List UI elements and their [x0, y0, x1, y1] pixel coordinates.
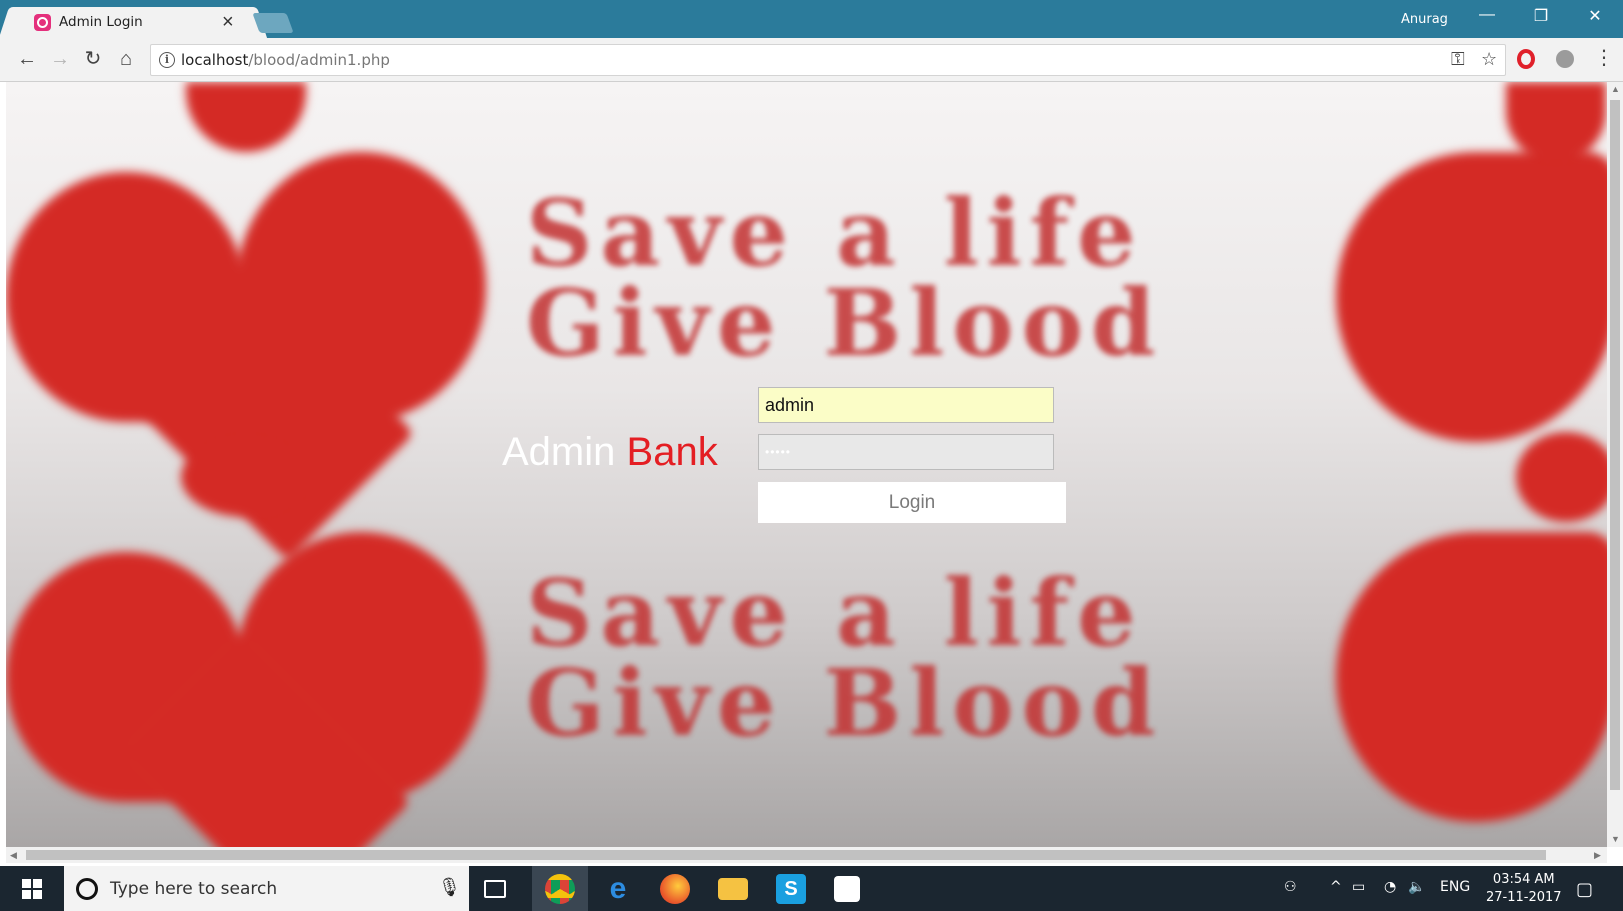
heading-main: Admin — [502, 430, 616, 474]
store-icon[interactable] — [834, 876, 860, 902]
language-indicator[interactable]: ENG — [1440, 879, 1470, 895]
opera-extension-icon[interactable] — [1517, 49, 1535, 69]
file-explorer-icon[interactable] — [718, 878, 748, 900]
profile-name[interactable]: Anurag — [1401, 12, 1448, 27]
forward-arrow-icon[interactable]: → — [47, 47, 73, 71]
people-icon[interactable]: ⚇ — [1284, 879, 1297, 895]
reload-icon[interactable]: ↻ — [80, 47, 106, 71]
notifications-icon[interactable]: ▢ — [1576, 879, 1593, 900]
windows-start-icon[interactable] — [22, 879, 42, 899]
search-placeholder: Type here to search — [110, 879, 278, 899]
scroll-up-icon[interactable]: ▲ — [1611, 84, 1620, 94]
bookmark-star-icon[interactable]: ☆ — [1481, 49, 1497, 70]
horizontal-scrollbar[interactable]: ◀ ▶ — [6, 847, 1607, 863]
close-window-button[interactable]: ✕ — [1580, 6, 1610, 26]
scroll-right-icon[interactable]: ▶ — [1594, 850, 1601, 861]
home-icon[interactable]: ⌂ — [113, 47, 139, 71]
extension-icon[interactable] — [1556, 50, 1574, 68]
browser-menu-icon[interactable]: ⋮ — [1594, 47, 1614, 69]
browser-tab[interactable]: Admin Login × — [14, 7, 252, 38]
horizontal-scroll-thumb[interactable] — [26, 850, 1546, 860]
tab-title: Admin Login — [59, 14, 143, 30]
wifi-icon[interactable]: ◔ — [1384, 879, 1396, 895]
microphone-icon[interactable]: 🎙 — [438, 877, 461, 898]
battery-icon[interactable]: ▭ — [1352, 879, 1365, 895]
tray-overflow-icon[interactable]: ^ — [1330, 879, 1342, 895]
minimize-button[interactable]: — — [1472, 6, 1502, 24]
restore-button[interactable]: ❐ — [1526, 6, 1556, 26]
info-icon[interactable]: i — [159, 52, 175, 68]
cortana-icon[interactable] — [76, 878, 98, 900]
taskbar-search-box[interactable]: Type here to search 🎙 — [64, 866, 469, 911]
windows-taskbar: Type here to search 🎙 e S ⚇ ^ ▭ ◔ 🔈 ENG … — [0, 866, 1623, 911]
browser-toolbar: ← → ↻ ⌂ i localhost/blood/admin1.php ⚿ ☆… — [0, 38, 1623, 82]
tab-close-icon[interactable]: × — [222, 10, 234, 34]
new-tab-button[interactable] — [252, 13, 294, 33]
background-slogan-2: Give Blood — [526, 269, 1164, 377]
vertical-scroll-thumb[interactable] — [1610, 100, 1620, 790]
url-path: /blood/admin1.php — [248, 51, 390, 69]
task-view-icon[interactable] — [484, 880, 506, 898]
page-viewport: Save a life Give Blood Save a life Give … — [6, 82, 1607, 847]
key-icon[interactable]: ⚿ — [1451, 49, 1465, 70]
url-host: localhost — [181, 51, 249, 69]
clock-date: 27-11-2017 — [1486, 890, 1562, 905]
firefox-icon[interactable] — [660, 874, 690, 904]
background-slogan-3: Save a life — [526, 559, 1144, 667]
skype-icon[interactable]: S — [776, 874, 806, 904]
heading-accent: Bank — [626, 430, 718, 474]
vertical-scrollbar[interactable]: ▲ ▼ — [1607, 82, 1623, 847]
url-text: localhost/blood/admin1.php — [181, 51, 390, 69]
scroll-down-icon[interactable]: ▼ — [1611, 834, 1620, 844]
background-slogan-1: Save a life — [526, 179, 1144, 287]
login-button[interactable]: Login — [758, 482, 1066, 523]
scroll-left-icon[interactable]: ◀ — [10, 850, 17, 861]
volume-icon[interactable]: 🔈 — [1408, 879, 1425, 895]
back-arrow-icon[interactable]: ← — [14, 47, 40, 71]
edge-icon[interactable]: e — [603, 874, 633, 904]
login-heading: Admin Bank — [502, 430, 718, 475]
password-input[interactable] — [758, 434, 1054, 470]
background-slogan-4: Give Blood — [526, 649, 1164, 757]
wamp-favicon-icon — [34, 14, 51, 31]
username-input[interactable] — [758, 387, 1054, 423]
browser-titlebar: Admin Login × Anurag — ❐ ✕ — [0, 0, 1623, 38]
taskbar-clock[interactable]: 03:54 AM 27-11-2017 — [1486, 871, 1562, 907]
address-bar[interactable]: i localhost/blood/admin1.php ⚿ ☆ — [150, 44, 1506, 76]
chrome-icon[interactable] — [545, 874, 575, 904]
clock-time: 03:54 AM — [1492, 872, 1555, 887]
